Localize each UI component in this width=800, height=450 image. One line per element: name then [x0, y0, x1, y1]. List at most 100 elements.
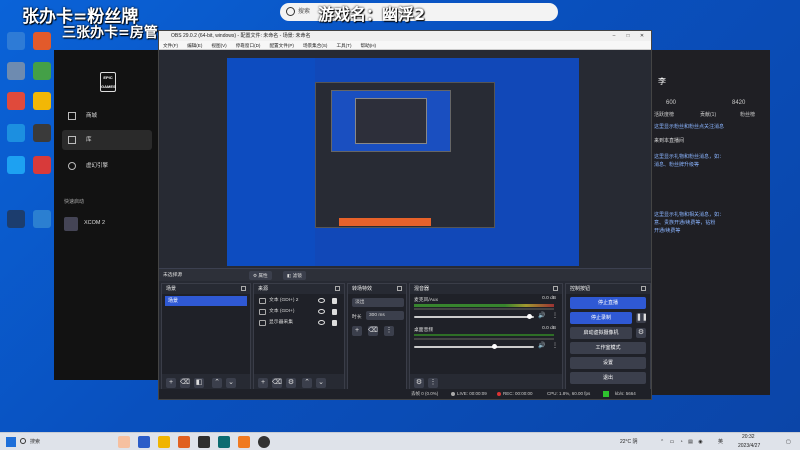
- scene-item[interactable]: 场景: [165, 296, 247, 306]
- desktop-app-icon[interactable]: [2, 62, 30, 92]
- stop-recording-button[interactable]: 停止录制: [570, 312, 632, 324]
- tray-icons[interactable]: ⌃ ▭ ◔ ▤ ◉: [660, 433, 705, 450]
- menu-item[interactable]: 工具(T): [336, 43, 351, 48]
- virtual-camera-settings-icon[interactable]: ⚙: [636, 328, 646, 338]
- source-item[interactable]: 文本 (GDI+) 2: [257, 296, 341, 306]
- source-up-button[interactable]: ⌃: [302, 378, 312, 388]
- source-item[interactable]: 显示器采集: [257, 318, 341, 328]
- lock-icon[interactable]: [332, 309, 337, 315]
- speaker-icon[interactable]: 🔊: [538, 342, 545, 349]
- source-down-button[interactable]: ⌄: [316, 378, 326, 388]
- undock-icon[interactable]: [641, 286, 646, 291]
- mic-menu-icon[interactable]: ⋮: [552, 312, 558, 319]
- undock-icon[interactable]: [397, 286, 402, 291]
- scene-filter-button[interactable]: ◧: [194, 378, 204, 388]
- exit-button[interactable]: 退出: [570, 372, 646, 384]
- taskbar-search-label[interactable]: 搜索: [30, 433, 40, 450]
- taskbar-app-icon[interactable]: [138, 436, 150, 448]
- input-language[interactable]: 英: [718, 433, 723, 450]
- desktop-volume-slider[interactable]: [414, 346, 534, 348]
- undock-icon[interactable]: [241, 286, 246, 291]
- menu-item[interactable]: 视图(V): [211, 43, 226, 48]
- obs-preview[interactable]: [227, 58, 579, 266]
- close-icon[interactable]: ✕: [635, 31, 649, 41]
- desktop-app-icon[interactable]: [28, 210, 56, 240]
- desktop-app-icon[interactable]: [2, 156, 30, 186]
- clock-time[interactable]: 20:32: [742, 433, 755, 442]
- menu-item[interactable]: 场景集合(S): [303, 43, 328, 48]
- move-down-button[interactable]: ⌄: [226, 378, 236, 388]
- desktop-volume-knob[interactable]: [492, 344, 498, 349]
- desktop-app-icon[interactable]: [2, 210, 30, 240]
- menu-item[interactable]: 配置文件(P): [269, 43, 294, 48]
- pause-recording-button[interactable]: ❚❚: [636, 313, 648, 323]
- add-scene-button[interactable]: +: [166, 378, 176, 388]
- speaker-icon[interactable]: 🔊: [538, 312, 545, 319]
- mic-volume-slider[interactable]: [414, 316, 534, 318]
- lock-icon[interactable]: [332, 298, 337, 304]
- epic-nav-store[interactable]: 商城: [62, 106, 152, 126]
- epic-game-xcom[interactable]: XCOM 2: [62, 216, 162, 232]
- mixer-menu-button[interactable]: ⋮: [428, 378, 438, 388]
- duration-input[interactable]: 300 ms: [366, 311, 404, 320]
- eye-icon[interactable]: [318, 320, 325, 325]
- minimize-icon[interactable]: –: [607, 31, 621, 41]
- eye-icon[interactable]: [318, 309, 325, 314]
- lock-icon[interactable]: [332, 320, 337, 326]
- epic-nav-library[interactable]: 库: [62, 130, 152, 150]
- taskbar-app-icon[interactable]: [238, 436, 250, 448]
- stop-streaming-button[interactable]: 停止直播: [570, 297, 646, 309]
- start-icon[interactable]: [6, 437, 16, 447]
- undock-icon[interactable]: [553, 286, 558, 291]
- maximize-icon[interactable]: □: [621, 31, 635, 41]
- panel-tab-contrib[interactable]: 贡献(1): [700, 112, 740, 119]
- menu-item[interactable]: 文件(F): [163, 43, 178, 48]
- transition-menu-button[interactable]: ⋮: [384, 326, 394, 336]
- taskbar-app-icon[interactable]: [218, 436, 230, 448]
- desktop-app-icon[interactable]: [28, 32, 56, 62]
- remove-scene-button[interactable]: ⌫: [180, 378, 190, 388]
- desktop-app-icon[interactable]: [2, 32, 30, 62]
- taskbar-obs-icon[interactable]: [258, 436, 270, 448]
- clock-date[interactable]: 2023/4/27: [738, 442, 760, 450]
- epic-logo: EPIC GAMES: [100, 72, 116, 92]
- menu-item[interactable]: 编辑(E): [187, 43, 202, 48]
- desktop-menu-icon[interactable]: ⋮: [552, 342, 558, 349]
- desktop-app-icon[interactable]: [28, 156, 56, 186]
- weather[interactable]: 22°C 阴: [620, 433, 638, 450]
- remove-source-button[interactable]: ⌫: [272, 378, 282, 388]
- taskbar-app-icon[interactable]: [178, 436, 190, 448]
- desktop-app-icon[interactable]: [28, 62, 56, 92]
- desktop-app-icon[interactable]: [28, 124, 56, 154]
- panel-tab-fans[interactable]: 粉丝榜: [740, 112, 768, 119]
- settings-button[interactable]: 设置: [570, 357, 646, 369]
- desktop-app-icon[interactable]: [2, 124, 30, 154]
- mixer-header: 混音器: [410, 284, 562, 294]
- filters-button[interactable]: ◧ 滤镜: [283, 271, 306, 280]
- menu-item[interactable]: 帮助(H): [361, 43, 377, 48]
- desktop-app-icon[interactable]: [2, 92, 30, 122]
- menu-item[interactable]: 停靠窗口(D): [236, 43, 261, 48]
- add-source-button[interactable]: +: [258, 378, 268, 388]
- desktop-app-icon[interactable]: [28, 92, 56, 122]
- mic-volume-knob[interactable]: [527, 314, 533, 319]
- taskbar-app-icon[interactable]: [118, 436, 130, 448]
- studio-mode-button[interactable]: 工作室模式: [570, 342, 646, 354]
- move-up-button[interactable]: ⌃: [212, 378, 222, 388]
- source-item[interactable]: 文本 (GDI+): [257, 307, 341, 317]
- mixer-settings-button[interactable]: ⚙: [414, 378, 424, 388]
- source-settings-button[interactable]: ⚙: [286, 378, 296, 388]
- preview-nested-screen: [355, 98, 427, 144]
- undock-icon[interactable]: [335, 286, 340, 291]
- taskbar-search-icon[interactable]: [20, 438, 26, 444]
- properties-button[interactable]: ⚙ 属性: [249, 271, 272, 280]
- epic-nav-unreal[interactable]: 虚幻引擎: [62, 156, 152, 176]
- taskbar-app-icon[interactable]: [158, 436, 170, 448]
- remove-transition-button[interactable]: ⌫: [368, 326, 378, 336]
- taskbar-app-icon[interactable]: [198, 436, 210, 448]
- add-transition-button[interactable]: +: [352, 326, 362, 336]
- transition-select[interactable]: 淡出: [352, 298, 404, 307]
- eye-icon[interactable]: [318, 298, 325, 303]
- notification-icon[interactable]: ▢: [786, 433, 791, 450]
- virtual-camera-button[interactable]: 启动虚拟摄像机: [570, 327, 632, 339]
